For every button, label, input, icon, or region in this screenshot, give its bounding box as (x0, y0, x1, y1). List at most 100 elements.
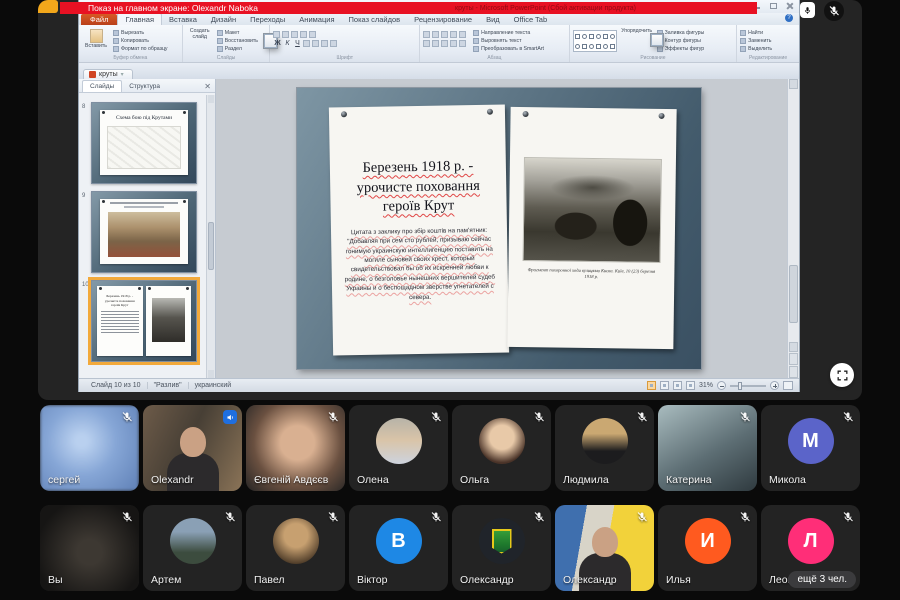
tab-insert[interactable]: Вставка (162, 14, 204, 25)
copy-button[interactable]: Копировать (113, 38, 168, 44)
new-slide-button[interactable]: Создать слайд (186, 27, 214, 54)
replace-button[interactable]: Заменить (740, 38, 772, 44)
align-text-button[interactable]: Выровнять текст (473, 38, 544, 44)
tab-transitions[interactable]: Переходы (243, 14, 292, 25)
previous-slide-button[interactable] (789, 353, 798, 365)
select-button[interactable]: Выделить (740, 46, 772, 52)
next-slide-button[interactable] (789, 366, 798, 378)
shapes-gallery[interactable] (573, 30, 617, 52)
mic-muted-icon (533, 410, 545, 422)
align-right-button[interactable] (441, 40, 448, 47)
underline-button[interactable]: Ч (293, 40, 301, 47)
slide-body-text: Цитата з заклику про збір коштів на пам'… (342, 225, 497, 303)
zoom-in-button[interactable] (770, 381, 779, 390)
pane-close-icon[interactable]: ✕ (204, 82, 211, 91)
participant-tile[interactable]: Л Леоні, ещё 3 чел. (761, 505, 860, 591)
indent-decrease-button[interactable] (441, 31, 448, 38)
pane-tab-slides[interactable]: Слайды (82, 80, 122, 92)
participant-tile[interactable]: Вы (40, 505, 139, 591)
participant-tile[interactable]: Катерина (658, 405, 757, 491)
cut-button[interactable]: Вырезать (113, 30, 168, 36)
bullets-button[interactable] (423, 31, 430, 38)
shape-fill-button[interactable]: Заливка фигуры (657, 30, 705, 36)
zoom-level: 31% (699, 382, 713, 389)
shape-effects-button[interactable]: Эффекты фигур (657, 46, 705, 52)
help-icon[interactable]: ? (785, 14, 793, 22)
columns-button[interactable] (459, 40, 466, 47)
italic-button[interactable]: К (283, 40, 291, 47)
participant-tile[interactable]: Олена (349, 405, 448, 491)
participant-tile[interactable]: Olexandr (143, 405, 242, 491)
pane-tab-outline[interactable]: Структура (122, 81, 167, 92)
more-participants-badge[interactable]: ещё 3 чел. (788, 571, 856, 588)
participant-tile[interactable]: Ольга (452, 405, 551, 491)
reset-button[interactable]: Восстановить (217, 38, 258, 44)
participant-tile[interactable]: Олександр (452, 505, 551, 591)
zoom-slider[interactable] (730, 385, 766, 387)
align-center-button[interactable] (432, 40, 439, 47)
line-spacing-button[interactable] (459, 31, 466, 38)
tab-file[interactable]: Файл (81, 14, 117, 25)
text-direction-button[interactable]: Направление текста (473, 30, 544, 36)
normal-view-button[interactable] (647, 381, 656, 390)
font-size-box[interactable] (291, 31, 298, 38)
tab-close-icon[interactable]: ▾ (121, 71, 124, 78)
bold-button[interactable]: Ж (273, 40, 281, 47)
language-indicator[interactable]: украинский (189, 382, 238, 389)
tab-view[interactable]: Вид (479, 14, 507, 25)
photo-caption: Фрагмент похоронної ходи вулицями Києва.… (526, 267, 656, 282)
slide-thumbnail-9[interactable]: 9 (91, 191, 202, 273)
indent-increase-button[interactable] (450, 31, 457, 38)
close-icon[interactable] (785, 2, 794, 10)
fit-to-window-button[interactable] (783, 381, 793, 390)
participant-tile[interactable]: Євгеній Авдєєв (246, 405, 345, 491)
tab-slideshow[interactable]: Показ слайдов (342, 14, 408, 25)
current-slide[interactable]: Березень 1918 р. - урочисте поховання ге… (297, 88, 701, 369)
smartart-button[interactable]: Преобразовать в SmartArt (473, 46, 544, 52)
shape-outline-button[interactable]: Контур фигуры (657, 38, 705, 44)
pane-scrollbar[interactable] (206, 95, 215, 378)
maximize-icon[interactable] (769, 2, 778, 10)
arrange-button[interactable]: Упорядочить (620, 27, 654, 54)
tab-officetab[interactable]: Office Tab (507, 14, 555, 25)
strikethrough-button[interactable] (303, 40, 310, 47)
char-spacing-button[interactable] (321, 40, 328, 47)
layout-button[interactable]: Макет (217, 30, 258, 36)
slideshow-view-button[interactable] (686, 381, 695, 390)
paste-button[interactable]: Вставить (82, 27, 110, 54)
justify-button[interactable] (450, 40, 457, 47)
format-painter-button[interactable]: Формат по образцу (113, 46, 168, 52)
slide-editing-area[interactable]: Березень 1918 р. - урочисте поховання ге… (216, 79, 787, 378)
sorter-view-button[interactable] (660, 381, 669, 390)
participant-tile[interactable]: И Илья (658, 505, 757, 591)
zoom-out-button[interactable] (717, 381, 726, 390)
tab-review[interactable]: Рецензирование (407, 14, 479, 25)
participant-name: Людмила (563, 474, 609, 486)
align-left-button[interactable] (423, 40, 430, 47)
shared-screen-tile[interactable]: Файл Главная Вставка Дизайн Переходы Ани… (38, 0, 862, 400)
numbering-button[interactable] (432, 31, 439, 38)
participant-tile[interactable]: В Віктор (349, 505, 448, 591)
participant-tile[interactable]: M Микола (761, 405, 860, 491)
find-button[interactable]: Найти (740, 30, 772, 36)
participant-tile[interactable]: Олександр (555, 505, 654, 591)
shadow-button[interactable] (312, 40, 319, 47)
participant-tile[interactable]: Павел (246, 505, 345, 591)
slide-thumbnail-10[interactable]: 10 Березень 1918 р. - урочисте поховання… (91, 280, 202, 362)
reading-view-button[interactable] (673, 381, 682, 390)
document-tab[interactable]: круты ▾ (83, 69, 133, 79)
section-button[interactable]: Раздел (217, 46, 258, 52)
font-color-button[interactable] (330, 40, 337, 47)
slide-thumbnail-8[interactable]: 8 Схема бою під Крутами (91, 102, 202, 184)
tab-home[interactable]: Главная (117, 13, 162, 25)
participant-tile[interactable]: сергей (40, 405, 139, 491)
participant-tile[interactable]: Людмила (555, 405, 654, 491)
mic-muted-icon (224, 510, 236, 522)
participant-tile[interactable]: Артем (143, 505, 242, 591)
main-scrollbar[interactable] (787, 79, 799, 378)
tab-animations[interactable]: Анимация (292, 14, 341, 25)
font-name-box[interactable] (273, 31, 280, 38)
group-clipboard: Вставить Вырезать Копировать Формат по о… (79, 25, 183, 62)
fullscreen-button[interactable] (830, 363, 854, 387)
tab-design[interactable]: Дизайн (204, 14, 243, 25)
